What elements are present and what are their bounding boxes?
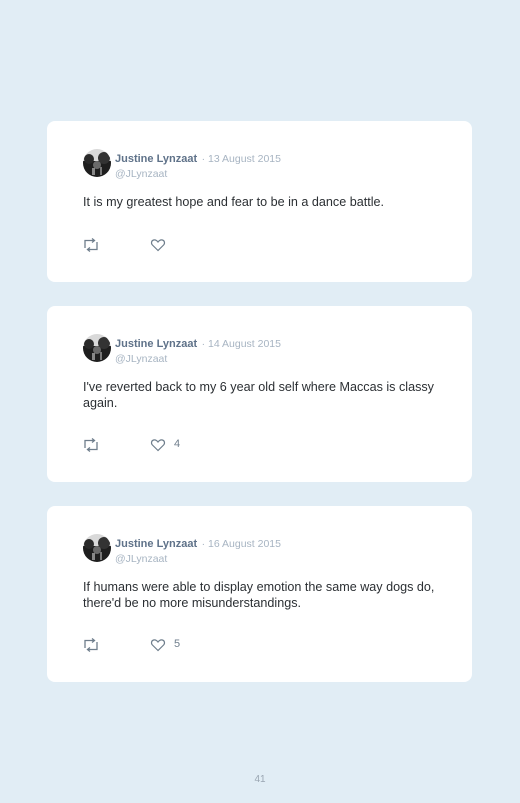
author-handle[interactable]: @JLynzaat [115, 353, 281, 365]
tweet-text: If humans were able to display emotion t… [83, 580, 435, 610]
tweet-text: It is my greatest hope and fear to be in… [83, 195, 385, 209]
tweet-card: Justine Lynzaat · 14 August 2015 @JLynza… [47, 306, 472, 482]
like-count: 5 [174, 638, 181, 650]
avatar[interactable] [83, 149, 111, 177]
tweet-text: I've reverted back to my 6 year old self… [83, 380, 434, 410]
tweet-date: · 14 August 2015 [201, 338, 281, 350]
tweet-card: Justine Lynzaat · 13 August 2015 @JLynza… [47, 121, 472, 282]
tweet-card: Justine Lynzaat · 16 August 2015 @JLynza… [47, 506, 472, 682]
author-name[interactable]: Justine Lynzaat [115, 538, 197, 550]
author-handle[interactable]: @JLynzaat [115, 168, 281, 180]
retweet-icon[interactable] [82, 237, 100, 253]
tweet-header: Justine Lynzaat · 13 August 2015 @JLynza… [115, 149, 281, 180]
tweet-header: Justine Lynzaat · 16 August 2015 @JLynza… [115, 534, 281, 565]
avatar[interactable] [83, 334, 111, 362]
avatar[interactable] [83, 534, 111, 562]
author-handle[interactable]: @JLynzaat [115, 553, 281, 565]
tweet-date: · 13 August 2015 [201, 153, 281, 165]
heart-icon[interactable] [150, 437, 166, 453]
like-count: 4 [174, 438, 181, 450]
heart-icon[interactable] [150, 637, 166, 653]
tweet-header: Justine Lynzaat · 14 August 2015 @JLynza… [115, 334, 281, 365]
retweet-icon[interactable] [82, 637, 100, 653]
retweet-icon[interactable] [82, 437, 100, 453]
author-name[interactable]: Justine Lynzaat [115, 153, 197, 165]
page-number: 41 [254, 774, 266, 785]
tweet-date: · 16 August 2015 [201, 538, 281, 550]
heart-icon[interactable] [150, 237, 166, 253]
author-name[interactable]: Justine Lynzaat [115, 338, 197, 350]
